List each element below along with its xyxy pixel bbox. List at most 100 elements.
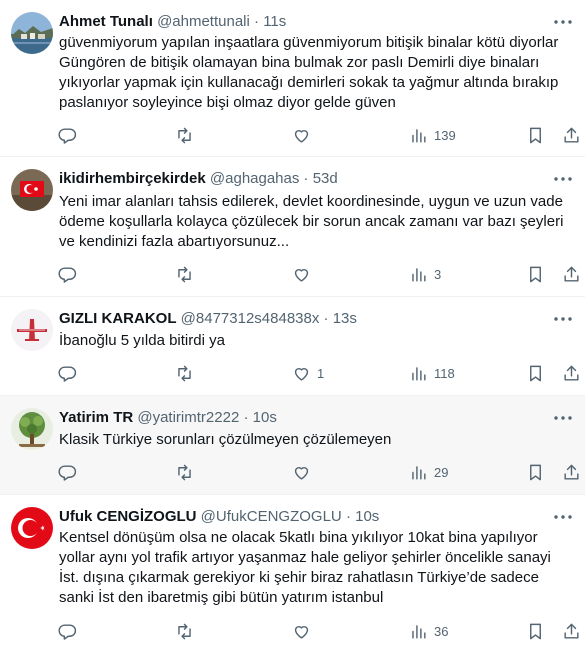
timestamp[interactable]: 13s: [333, 310, 357, 327]
tweet-text: güvenmiyorum yapılan inşaatlara güvenmiy…: [59, 34, 559, 111]
reply-button[interactable]: [58, 361, 83, 385]
avatar[interactable]: [11, 408, 53, 450]
share-icon: [564, 464, 579, 480]
bookmark-button[interactable]: [526, 460, 545, 484]
timestamp[interactable]: 53d: [313, 170, 338, 187]
avatar[interactable]: [11, 507, 53, 549]
more-icon[interactable]: [551, 406, 575, 430]
author-handle[interactable]: @yatirimtr2222: [137, 409, 239, 426]
share-button[interactable]: [562, 619, 581, 643]
bookmark-icon: [530, 365, 541, 381]
author-name[interactable]: Ahmet Tunalı: [59, 13, 153, 30]
reply-button[interactable]: [58, 619, 83, 643]
share-icon: [564, 266, 579, 282]
author-handle[interactable]: @8477312s484838x: [181, 310, 320, 327]
retweet-button[interactable]: [175, 361, 200, 385]
retweet-icon: [178, 266, 191, 282]
views-button[interactable]: 29: [409, 460, 448, 484]
retweet-icon: [178, 127, 191, 143]
tweet[interactable]: Ufuk CENGİZOGLU @UfukCENGZOGLU · 10s Ken…: [0, 495, 585, 661]
share-icon: [564, 127, 579, 143]
reply-icon: [58, 127, 77, 144]
like-button[interactable]: [292, 460, 317, 484]
share-button[interactable]: [562, 123, 581, 147]
share-button[interactable]: [562, 361, 581, 385]
reply-button[interactable]: [58, 262, 83, 286]
bookmark-button[interactable]: [526, 619, 545, 643]
like-icon: [294, 268, 309, 282]
views-icon: [412, 366, 426, 381]
like-icon: [294, 129, 309, 143]
more-icon[interactable]: [551, 167, 575, 191]
timestamp[interactable]: 11s: [263, 13, 286, 30]
bookmark-icon: [530, 464, 541, 480]
share-button[interactable]: [562, 460, 581, 484]
author-handle[interactable]: @ahmettunali: [157, 13, 250, 30]
reply-button[interactable]: [58, 460, 83, 484]
more-icon[interactable]: [551, 307, 575, 331]
tweet[interactable]: Yatirim TR @yatirimtr2222 · 10s Klasik T…: [0, 396, 585, 495]
bookmark-button[interactable]: [526, 123, 545, 147]
separator: ·: [345, 508, 351, 525]
tweet-actions: 3: [0, 262, 585, 286]
tweet-text: Yeni imar alanları tahsis edilerek, devl…: [59, 193, 564, 250]
like-count: 1: [317, 365, 325, 381]
reply-icon: [58, 365, 77, 382]
tweet-header: ikidirhembirçekirdek @aghagahas · 53d: [59, 169, 545, 189]
views-button[interactable]: 118: [409, 361, 455, 385]
author-name[interactable]: Ufuk CENGİZOGLU: [59, 508, 197, 525]
retweet-button[interactable]: [175, 460, 200, 484]
views-button[interactable]: 3: [409, 262, 441, 286]
tweet-actions: 139: [0, 123, 585, 147]
views-icon: [412, 267, 426, 282]
tweet-header: Yatirim TR @yatirimtr2222 · 10s: [59, 408, 545, 428]
timestamp[interactable]: 10s: [355, 508, 379, 525]
bookmark-icon: [530, 127, 541, 143]
retweet-button[interactable]: [175, 619, 200, 643]
bookmark-button[interactable]: [526, 262, 545, 286]
author-handle[interactable]: @UfukCENGZOGLU: [201, 508, 342, 525]
reply-button[interactable]: [58, 123, 83, 147]
reply-icon: [58, 266, 77, 283]
retweet-button[interactable]: [175, 262, 200, 286]
reply-icon: [58, 623, 77, 640]
like-button[interactable]: [292, 262, 317, 286]
more-icon[interactable]: [551, 10, 575, 34]
tweet-header: Ahmet Tunalı @ahmettunali · 11s: [59, 12, 545, 32]
views-count: 3: [434, 266, 442, 282]
views-icon: [412, 624, 426, 639]
retweet-icon: [178, 365, 191, 381]
tweet-actions: 1 118: [0, 361, 585, 385]
author-name[interactable]: ikidirhembirçekirdek: [59, 170, 206, 187]
author-handle[interactable]: @aghagahas: [210, 170, 299, 187]
more-icon[interactable]: [551, 505, 575, 529]
tweet-header: Ufuk CENGİZOGLU @UfukCENGZOGLU · 10s: [59, 507, 545, 527]
tweet-header: GIZLI KARAKOL @8477312s484838x · 13s: [59, 309, 545, 329]
avatar[interactable]: [11, 12, 53, 54]
tweet-actions: 29: [0, 460, 585, 484]
like-icon: [294, 625, 309, 639]
like-button[interactable]: [292, 619, 317, 643]
bookmark-icon: [530, 623, 541, 639]
tweet[interactable]: ikidirhembirçekirdek @aghagahas · 53d Ye…: [0, 157, 585, 297]
author-name[interactable]: Yatirim TR: [59, 409, 133, 426]
bookmark-icon: [530, 266, 541, 282]
retweet-button[interactable]: [175, 123, 200, 147]
like-icon: [294, 367, 309, 381]
views-count: 139: [434, 127, 456, 143]
like-button[interactable]: 1: [292, 361, 324, 385]
avatar[interactable]: [11, 169, 53, 211]
views-count: 118: [434, 365, 455, 381]
views-button[interactable]: 36: [409, 619, 448, 643]
views-button[interactable]: 139: [409, 123, 456, 147]
bookmark-button[interactable]: [526, 361, 545, 385]
tweet[interactable]: Ahmet Tunalı @ahmettunali · 11s güvenmiy…: [0, 0, 585, 157]
like-button[interactable]: [292, 123, 317, 147]
views-icon: [412, 128, 426, 143]
timestamp[interactable]: 10s: [253, 409, 277, 426]
views-count: 36: [434, 623, 449, 639]
tweet[interactable]: GIZLI KARAKOL @8477312s484838x · 13s İba…: [0, 297, 585, 396]
share-button[interactable]: [562, 262, 581, 286]
author-name[interactable]: GIZLI KARAKOL: [59, 310, 177, 327]
avatar[interactable]: [11, 309, 53, 351]
